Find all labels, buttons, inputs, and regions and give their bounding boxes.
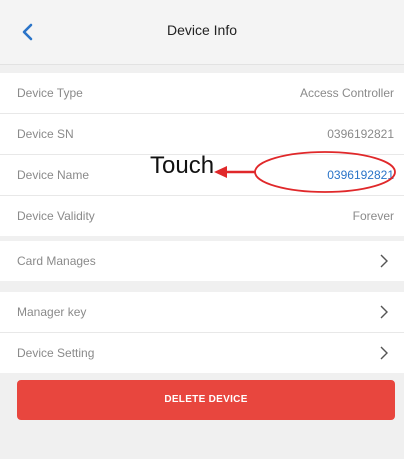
device-type-label: Device Type bbox=[17, 86, 83, 100]
chevron-right-icon bbox=[380, 346, 388, 360]
card-manages-label: Card Manages bbox=[17, 254, 96, 268]
nav-row-manager-key[interactable]: Manager key bbox=[0, 292, 404, 333]
page-title: Device Info bbox=[166, 22, 238, 38]
device-sn-label: Device SN bbox=[17, 127, 74, 141]
device-validity-value: Forever bbox=[352, 209, 394, 223]
header-bar: Device Info bbox=[0, 0, 404, 65]
device-name-value[interactable]: 0396192821 bbox=[327, 155, 394, 195]
device-type-value: Access Controller bbox=[299, 86, 394, 100]
settings-group: Manager key Device Setting bbox=[0, 292, 404, 373]
touch-annotation-label: Touch bbox=[150, 152, 215, 179]
device-sn-value: 0396192821 bbox=[327, 127, 394, 141]
nav-row-device-setting[interactable]: Device Setting bbox=[0, 333, 404, 373]
device-validity-label: Device Validity bbox=[17, 209, 95, 223]
info-row-device-type: Device Type Access Controller bbox=[0, 73, 404, 114]
chevron-right-icon bbox=[380, 254, 388, 268]
manager-key-label: Manager key bbox=[17, 305, 87, 319]
nav-row-card-manages[interactable]: Card Manages bbox=[0, 241, 404, 281]
info-row-device-validity: Device Validity Forever bbox=[0, 196, 404, 236]
delete-device-button[interactable]: DELETE DEVICE bbox=[17, 380, 395, 420]
info-row-device-sn: Device SN 0396192821 bbox=[0, 114, 404, 155]
device-setting-label: Device Setting bbox=[17, 346, 95, 360]
device-name-label: Device Name bbox=[17, 168, 90, 182]
chevron-right-icon bbox=[380, 305, 388, 319]
card-manages-group: Card Manages bbox=[0, 241, 404, 281]
